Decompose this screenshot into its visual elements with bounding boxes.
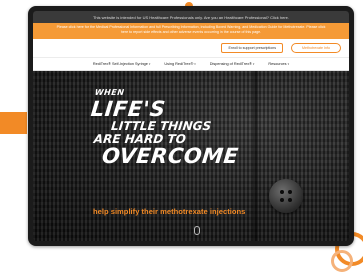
hero-subline: help simplify their methotrexate injecti… bbox=[93, 207, 246, 216]
browser-screen: This website is intended for US Healthca… bbox=[33, 11, 349, 241]
main-nav: RediTrex® Self-Injection Syringe ▾ Using… bbox=[33, 58, 349, 71]
headline-line-3: LITTLE THINGS bbox=[110, 119, 212, 133]
nav-item-label: Resources bbox=[268, 62, 287, 66]
scroll-down-icon[interactable] bbox=[194, 226, 200, 235]
nav-item-dispensing[interactable]: Dispensing of RediTrex® ▾ bbox=[210, 62, 255, 66]
nav-item-using[interactable]: Using RediTrex® ▾ bbox=[164, 62, 195, 66]
hero-headline: WHEN LIFE'S LITTLE THINGS ARE HARD TO OV… bbox=[87, 88, 246, 168]
hcp-disclaimer-bar: This website is intended for US Healthca… bbox=[33, 11, 349, 23]
safety-notice-text[interactable]: Please click here for the Medical Profes… bbox=[57, 25, 326, 34]
chevron-down-icon: ▾ bbox=[194, 62, 196, 66]
utility-row: Enroll to support prescriptions Methotre… bbox=[33, 39, 349, 58]
hcp-disclaimer-text[interactable]: This website is intended for US Healthca… bbox=[93, 15, 289, 20]
nav-item-label: Dispensing of RediTrex® bbox=[209, 62, 252, 66]
button-hole bbox=[280, 198, 284, 202]
coat-button-image bbox=[269, 179, 303, 213]
methotrexate-info-button[interactable]: Methotrexate Info bbox=[291, 43, 341, 53]
safety-notice-bar: Please click here for the Medical Profes… bbox=[33, 23, 349, 39]
button-hole bbox=[288, 190, 292, 194]
headline-line-5: OVERCOME bbox=[100, 144, 240, 168]
button-hole bbox=[280, 190, 284, 194]
decorative-light-ring bbox=[331, 250, 353, 272]
nav-item-self-injection-syringe[interactable]: RediTrex® Self-Injection Syringe ▾ bbox=[93, 62, 151, 66]
button-hole bbox=[288, 198, 292, 202]
chevron-down-icon: ▾ bbox=[148, 62, 151, 66]
chevron-down-icon: ▾ bbox=[287, 62, 290, 66]
nav-item-label: Using RediTrex® bbox=[164, 62, 194, 66]
enroll-button[interactable]: Enroll to support prescriptions bbox=[221, 43, 284, 53]
headline-line-2: LIFE'S bbox=[89, 97, 167, 121]
sweater-texture-seam bbox=[253, 71, 258, 241]
hero-banner: WHEN LIFE'S LITTLE THINGS ARE HARD TO OV… bbox=[33, 71, 349, 241]
nav-item-resources[interactable]: Resources ▾ bbox=[268, 62, 289, 66]
chevron-down-icon: ▾ bbox=[252, 62, 255, 66]
nav-item-label: RediTrex® Self-Injection Syringe bbox=[92, 62, 148, 66]
headline-line-1: WHEN bbox=[94, 88, 125, 97]
decorative-orange-block bbox=[0, 112, 27, 134]
laptop-frame: This website is intended for US Healthca… bbox=[28, 6, 354, 246]
